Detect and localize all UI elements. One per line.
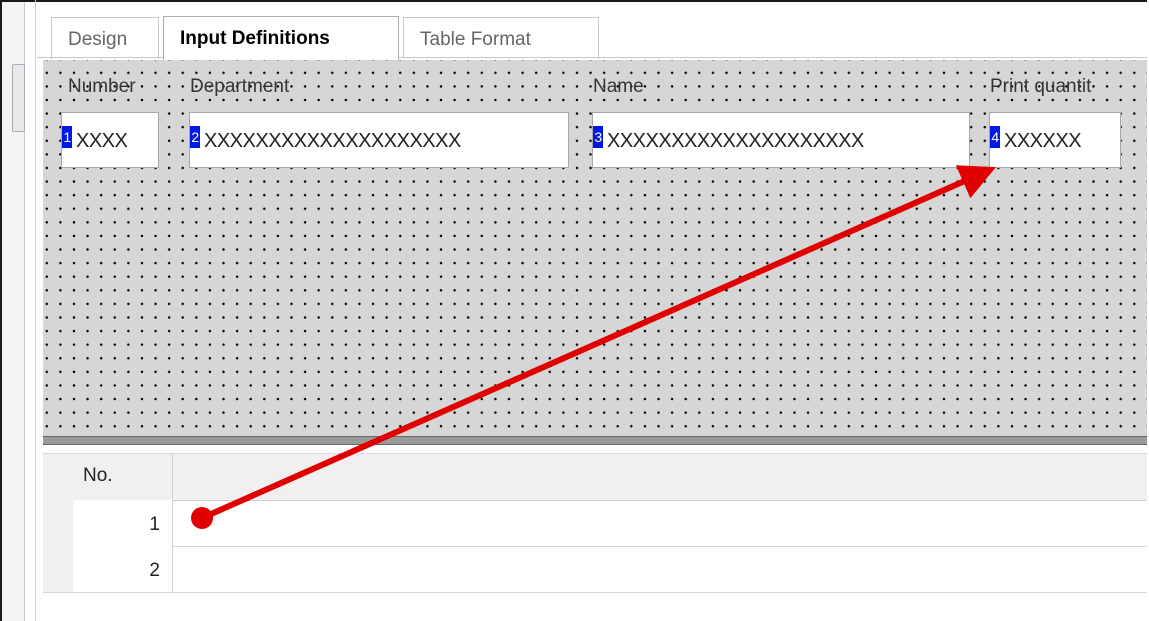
left-panel-tab[interactable]: [12, 64, 25, 132]
tab-input-definitions[interactable]: Input Definitions: [163, 16, 399, 60]
field-label-department: Department: [190, 76, 290, 97]
left-divider: [35, 0, 36, 621]
design-canvas[interactable]: Number Department Name Print quantit 1 X…: [43, 60, 1147, 436]
row-selector[interactable]: [43, 500, 74, 546]
row-selector[interactable]: [43, 546, 74, 592]
field-placeholder-value: XXXXXXXXXXXXXXXXXXXX: [607, 130, 864, 152]
input-field-print-quantity[interactable]: 4 XXXXXX: [989, 112, 1121, 168]
field-placeholder-value: XXXXXXXXXXXXXXXXXXXX: [204, 130, 461, 152]
field-placeholder-value: XXXXXX: [1004, 130, 1082, 152]
table-row[interactable]: 2: [43, 546, 1147, 593]
field-index-badge: 3: [593, 126, 603, 148]
field-label-number: Number: [68, 76, 136, 97]
column-header-no[interactable]: No.: [73, 453, 173, 499]
field-placeholder-value: XXXX: [76, 130, 128, 152]
tab-table-format[interactable]: Table Format: [403, 17, 599, 59]
input-field-department[interactable]: 2 XXXXXXXXXXXXXXXXXXXX: [189, 112, 569, 168]
data-grid: No. 1 2: [43, 445, 1147, 621]
input-field-name[interactable]: 3 XXXXXXXXXXXXXXXXXXXX: [592, 112, 970, 168]
table-row[interactable]: 1: [43, 500, 1147, 547]
field-index-badge: 4: [990, 126, 1000, 148]
grid-header: [43, 453, 1147, 501]
pane-splitter[interactable]: [43, 436, 1147, 445]
tab-design[interactable]: Design: [51, 17, 159, 59]
left-panel-strip: [2, 2, 25, 621]
field-label-name: Name: [593, 76, 644, 97]
field-index-badge: 1: [62, 126, 72, 148]
row-number: 2: [73, 546, 173, 592]
field-index-badge: 2: [190, 126, 200, 148]
row-number: 1: [73, 500, 173, 546]
field-label-print-quantity: Print quantit: [990, 76, 1092, 97]
tab-bar: Design Input Definitions Table Format: [37, 2, 1147, 60]
input-field-number[interactable]: 1 XXXX: [61, 112, 159, 168]
